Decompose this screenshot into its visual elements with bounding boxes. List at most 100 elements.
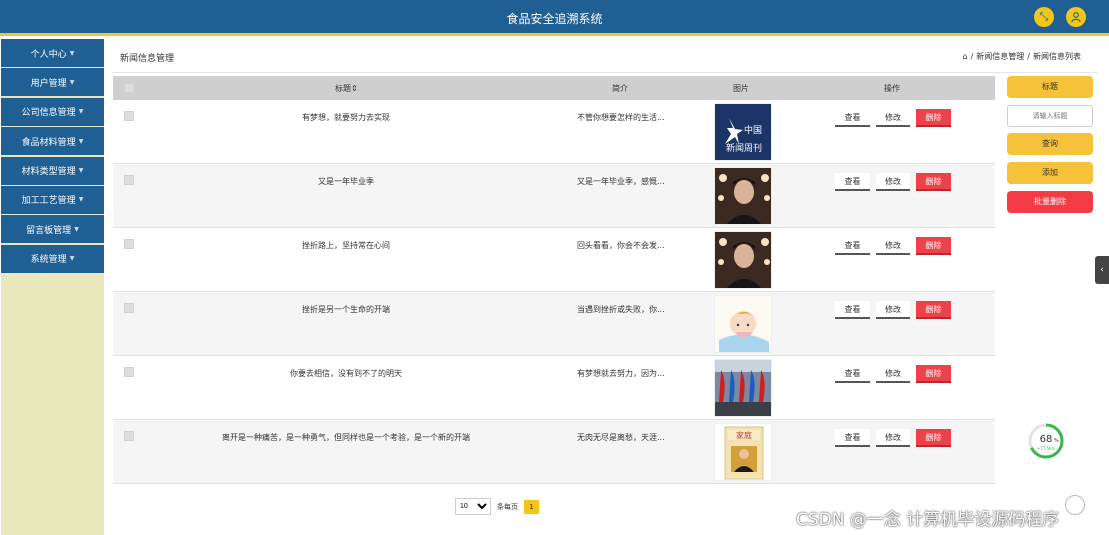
user-icon[interactable] [1066, 7, 1086, 27]
edit-button[interactable]: 修改 [876, 301, 910, 319]
title-filter-button[interactable]: 标题 [1007, 76, 1093, 98]
home-icon[interactable]: ⌂ [963, 52, 968, 61]
row-checkbox[interactable] [124, 367, 134, 377]
user-glyph [1071, 12, 1081, 23]
sidebar-item-message-board[interactable]: 留言板管理 ▼ [1, 215, 104, 244]
sort-icon[interactable]: ⇕ [351, 84, 358, 93]
sidebar-item-system[interactable]: 系统管理 ▼ [1, 244, 104, 273]
header-title-label: 标题 [335, 84, 351, 93]
book-cover-image: 家庭 [714, 423, 772, 481]
breadcrumb-item[interactable]: 新闻信息管理 [976, 51, 1024, 62]
top-header: 食品安全追溯系统 ⤡ [0, 0, 1109, 36]
edit-button[interactable]: 修改 [876, 429, 910, 447]
sidebar-item-company[interactable]: 公司信息管理 ▼ [1, 97, 104, 126]
girl-illustration-image [714, 295, 772, 353]
view-button[interactable]: 查看 [835, 237, 870, 255]
view-button[interactable]: 查看 [835, 173, 870, 191]
sidebar-item-process[interactable]: 加工工艺管理 ▼ [1, 185, 104, 214]
edit-button[interactable]: 修改 [876, 365, 910, 383]
page-title: 新闻信息管理 [120, 54, 175, 64]
sidebar-item-label: 留言板管理 [26, 225, 72, 236]
row-checkbox[interactable] [124, 303, 134, 313]
table-header: 标题⇕ 简介 图片 操作 [113, 76, 995, 100]
svg-text:中国: 中国 [744, 124, 762, 136]
row-title: 又是一年毕业季 [318, 177, 374, 186]
row-intro: 回头看看，你会不会发... [577, 241, 665, 250]
sidebar-item-label: 食品材料管理 [21, 137, 76, 148]
app-title: 食品安全追溯系统 [506, 12, 603, 26]
add-button[interactable]: 添加 [1007, 162, 1093, 184]
sidebar-item-label: 用户管理 [30, 78, 67, 89]
chevron-down-icon: ▼ [78, 196, 84, 204]
chevron-down-icon: ▼ [69, 255, 75, 263]
fullscreen-icon[interactable]: ⤡ [1034, 7, 1054, 27]
row-intro: 不管你想要怎样的生活... [577, 113, 665, 122]
scroll-top-button[interactable] [1065, 495, 1085, 515]
row-checkbox[interactable] [124, 431, 134, 441]
table-row: 又是一年毕业季 又是一年毕业季，感慨... 查看 修改 删除 [113, 164, 995, 228]
edit-button[interactable]: 修改 [876, 237, 910, 255]
delete-button[interactable]: 删除 [916, 173, 951, 191]
breadcrumb-sep: / [970, 52, 974, 61]
row-intro: 又是一年毕业季，感慨... [577, 177, 665, 186]
news-table: 标题⇕ 简介 图片 操作 有梦想，就要努力去实现 不管你想要怎样的生活... 中… [113, 76, 995, 484]
chevron-down-icon: ▼ [69, 49, 75, 57]
chevron-down-icon: ▼ [78, 137, 84, 145]
sidebar-item-users[interactable]: 用户管理 ▼ [1, 68, 104, 97]
portrait-photo-image [714, 167, 772, 225]
page-number-current[interactable]: 1 [524, 499, 539, 514]
row-checkbox[interactable] [124, 239, 134, 249]
row-intro: 无肉无尽是离愁，天涯... [577, 433, 665, 442]
row-title: 有梦想，就要努力去实现 [302, 113, 390, 122]
pagination: 10 条每页 1 [455, 498, 539, 515]
row-checkbox[interactable] [124, 111, 134, 121]
main-content: 新闻信息管理 ⌂ / 新闻信息管理 / 新闻信息列表 标题⇕ 简介 图片 操作 … [104, 39, 1104, 535]
breadcrumb-sep: / [1027, 52, 1030, 61]
table-row: 挫折是另一个生命的开端 当遇到挫折或失败，你... 查看 修改 删除 [113, 292, 995, 356]
select-all-checkbox[interactable] [124, 83, 134, 93]
sidebar-item-label: 公司信息管理 [21, 108, 76, 119]
delete-button[interactable]: 删除 [916, 365, 951, 383]
title-search-input[interactable] [1007, 105, 1093, 127]
sidebar-item-label: 加工工艺管理 [21, 196, 76, 207]
delete-button[interactable]: 删除 [916, 301, 951, 319]
edit-button[interactable]: 修改 [876, 173, 910, 191]
gauge-percent-sign: % [1054, 438, 1059, 444]
gauge-speed: +77.5K/s [1037, 446, 1055, 451]
view-button[interactable]: 查看 [835, 429, 870, 447]
chevron-down-icon: ▼ [69, 78, 75, 86]
view-button[interactable]: 查看 [835, 365, 870, 383]
row-checkbox[interactable] [124, 175, 134, 185]
svg-text:家庭: 家庭 [736, 430, 752, 440]
portrait-photo-image [714, 231, 772, 289]
delete-button[interactable]: 删除 [916, 109, 951, 127]
header-actions: 操作 [884, 84, 900, 93]
sidebar-item-food-material[interactable]: 食品材料管理 ▼ [1, 127, 104, 156]
edit-button[interactable]: 修改 [876, 109, 910, 127]
gauge-percent: 68 [1040, 434, 1053, 445]
sidebar-item-material-type[interactable]: 材料类型管理 ▼ [1, 156, 104, 185]
view-button[interactable]: 查看 [835, 109, 870, 127]
batch-delete-button[interactable]: 批量删除 [1007, 191, 1093, 213]
sidebar-item-label: 个人中心 [30, 49, 67, 60]
breadcrumb-item: 新闻信息列表 [1033, 52, 1081, 61]
table-row: 离开是一种痛苦，是一种勇气，但同样也是一个考验，是一个新的开端 无肉无尽是离愁，… [113, 420, 995, 484]
sidebar-item-personal-center[interactable]: 个人中心 ▼ [1, 39, 104, 67]
collapse-side-tab[interactable]: ‹ [1095, 256, 1109, 284]
row-intro: 当遇到挫折或失败，你... [577, 305, 665, 314]
sidebar-item-label: 系统管理 [30, 255, 67, 266]
chevron-down-icon: ▼ [78, 167, 84, 175]
delete-button[interactable]: 删除 [916, 237, 951, 255]
sidebar: 个人中心 ▼ 用户管理 ▼ 公司信息管理 ▼ 食品材料管理 ▼ 材料类型管理 ▼ 加工工艺… [1, 39, 104, 535]
header-title[interactable]: 标题⇕ [335, 83, 358, 94]
table-row: 挫折路上，坚持常在心间 回头看看，你会不会发... 查看 修改 删除 [113, 228, 995, 292]
row-title: 离开是一种痛苦，是一种勇气，但同样也是一个考验，是一个新的开端 [222, 433, 470, 442]
row-title: 挫折是另一个生命的开端 [302, 305, 390, 314]
page-size-select[interactable]: 10 [455, 498, 491, 515]
header-intro: 简介 [612, 84, 628, 93]
view-button[interactable]: 查看 [835, 301, 870, 319]
header-image: 图片 [733, 84, 749, 93]
query-button[interactable]: 查询 [1007, 133, 1093, 155]
divider [112, 72, 1098, 73]
delete-button[interactable]: 删除 [916, 429, 951, 447]
